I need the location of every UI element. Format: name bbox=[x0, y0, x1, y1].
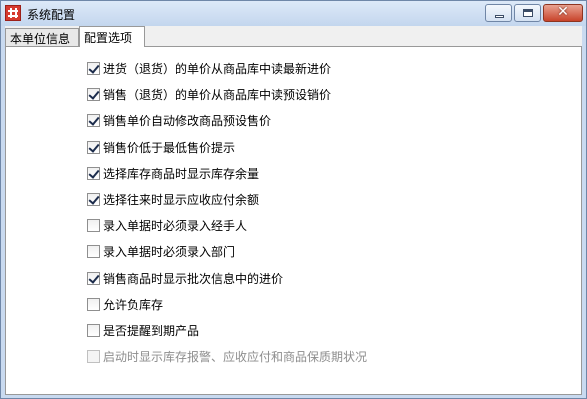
option-checkbox[interactable] bbox=[87, 271, 100, 285]
close-icon: ✕ bbox=[557, 4, 569, 20]
option-row[interactable]: 进货（退货）的单价从商品库中读最新进价 bbox=[87, 60, 331, 76]
title-bar[interactable]: 系统配置 ✕ bbox=[1, 1, 586, 26]
option-checkbox[interactable] bbox=[87, 166, 100, 180]
option-row[interactable]: 允许负库存 bbox=[87, 296, 163, 312]
option-checkbox[interactable] bbox=[87, 297, 100, 311]
option-checkbox[interactable] bbox=[87, 87, 100, 101]
minimize-button[interactable] bbox=[485, 4, 512, 22]
option-checkbox bbox=[87, 349, 100, 363]
option-label[interactable]: 选择库存商品时显示库存余量 bbox=[103, 165, 259, 182]
option-row[interactable]: 录入单据时必须录入经手人 bbox=[87, 217, 247, 233]
option-row[interactable]: 销售商品时显示批次信息中的进价 bbox=[87, 270, 283, 286]
maximize-icon bbox=[523, 9, 533, 17]
option-label[interactable]: 允许负库存 bbox=[103, 296, 163, 313]
option-label: 启动时显示库存报警、应收应付和商品保质期状况 bbox=[103, 349, 368, 364]
option-row[interactable]: 选择往来时显示应收应付余额 bbox=[87, 191, 259, 207]
config-window: 系统配置 ✕ 本单位信息 配置选项 进货（退货）的单价从商品库中读最新进价 销售（… bbox=[0, 0, 587, 399]
option-row[interactable]: 销售（退货）的单价从商品库中读预设销价 bbox=[87, 86, 331, 102]
tab-unit-info[interactable]: 本单位信息 bbox=[5, 28, 79, 46]
option-label[interactable]: 是否提醒到期产品 bbox=[103, 322, 199, 339]
config-options-panel: 进货（退货）的单价从商品库中读最新进价 销售（退货）的单价从商品库中读预设销价 销售… bbox=[5, 46, 582, 395]
option-label[interactable]: 销售价低于最低售价提示 bbox=[103, 139, 235, 156]
option-label[interactable]: 销售商品时显示批次信息中的进价 bbox=[103, 270, 283, 287]
minimize-icon bbox=[495, 15, 504, 18]
option-checkbox[interactable] bbox=[87, 323, 100, 337]
option-row[interactable]: 销售价低于最低售价提示 bbox=[87, 139, 235, 155]
option-label[interactable]: 录入单据时必须录入经手人 bbox=[103, 217, 247, 234]
option-row[interactable]: 录入单据时必须录入部门 bbox=[87, 243, 235, 259]
option-checkbox[interactable] bbox=[87, 218, 100, 232]
option-row[interactable]: 是否提醒到期产品 bbox=[87, 322, 199, 338]
option-label[interactable]: 销售单价自动修改商品预设售价 bbox=[103, 112, 271, 129]
option-label[interactable]: 进货（退货）的单价从商品库中读最新进价 bbox=[103, 60, 331, 77]
tab-config-options[interactable]: 配置选项 bbox=[79, 26, 145, 47]
option-row: 启动时显示库存报警、应收应付和商品保质期状况 bbox=[87, 348, 367, 364]
window-title: 系统配置 bbox=[27, 8, 76, 22]
tab-strip: 本单位信息 配置选项 bbox=[5, 26, 582, 47]
option-label[interactable]: 录入单据时必须录入部门 bbox=[103, 243, 235, 260]
option-label[interactable]: 销售（退货）的单价从商品库中读预设销价 bbox=[103, 86, 331, 103]
dialog-client-area: 本单位信息 配置选项 进货（退货）的单价从商品库中读最新进价 销售（退货）的单价从… bbox=[5, 26, 582, 395]
option-checkbox[interactable] bbox=[87, 244, 100, 258]
app-logo-icon[interactable] bbox=[5, 5, 21, 21]
option-row[interactable]: 选择库存商品时显示库存余量 bbox=[87, 165, 259, 181]
option-label[interactable]: 选择往来时显示应收应付余额 bbox=[103, 191, 259, 208]
option-checkbox[interactable] bbox=[87, 140, 100, 154]
maximize-button[interactable] bbox=[514, 4, 541, 22]
option-row[interactable]: 销售单价自动修改商品预设售价 bbox=[87, 112, 271, 128]
option-checkbox[interactable] bbox=[87, 113, 100, 127]
option-checkbox[interactable] bbox=[87, 61, 100, 75]
option-checkbox[interactable] bbox=[87, 192, 100, 206]
close-button[interactable]: ✕ bbox=[543, 4, 583, 22]
